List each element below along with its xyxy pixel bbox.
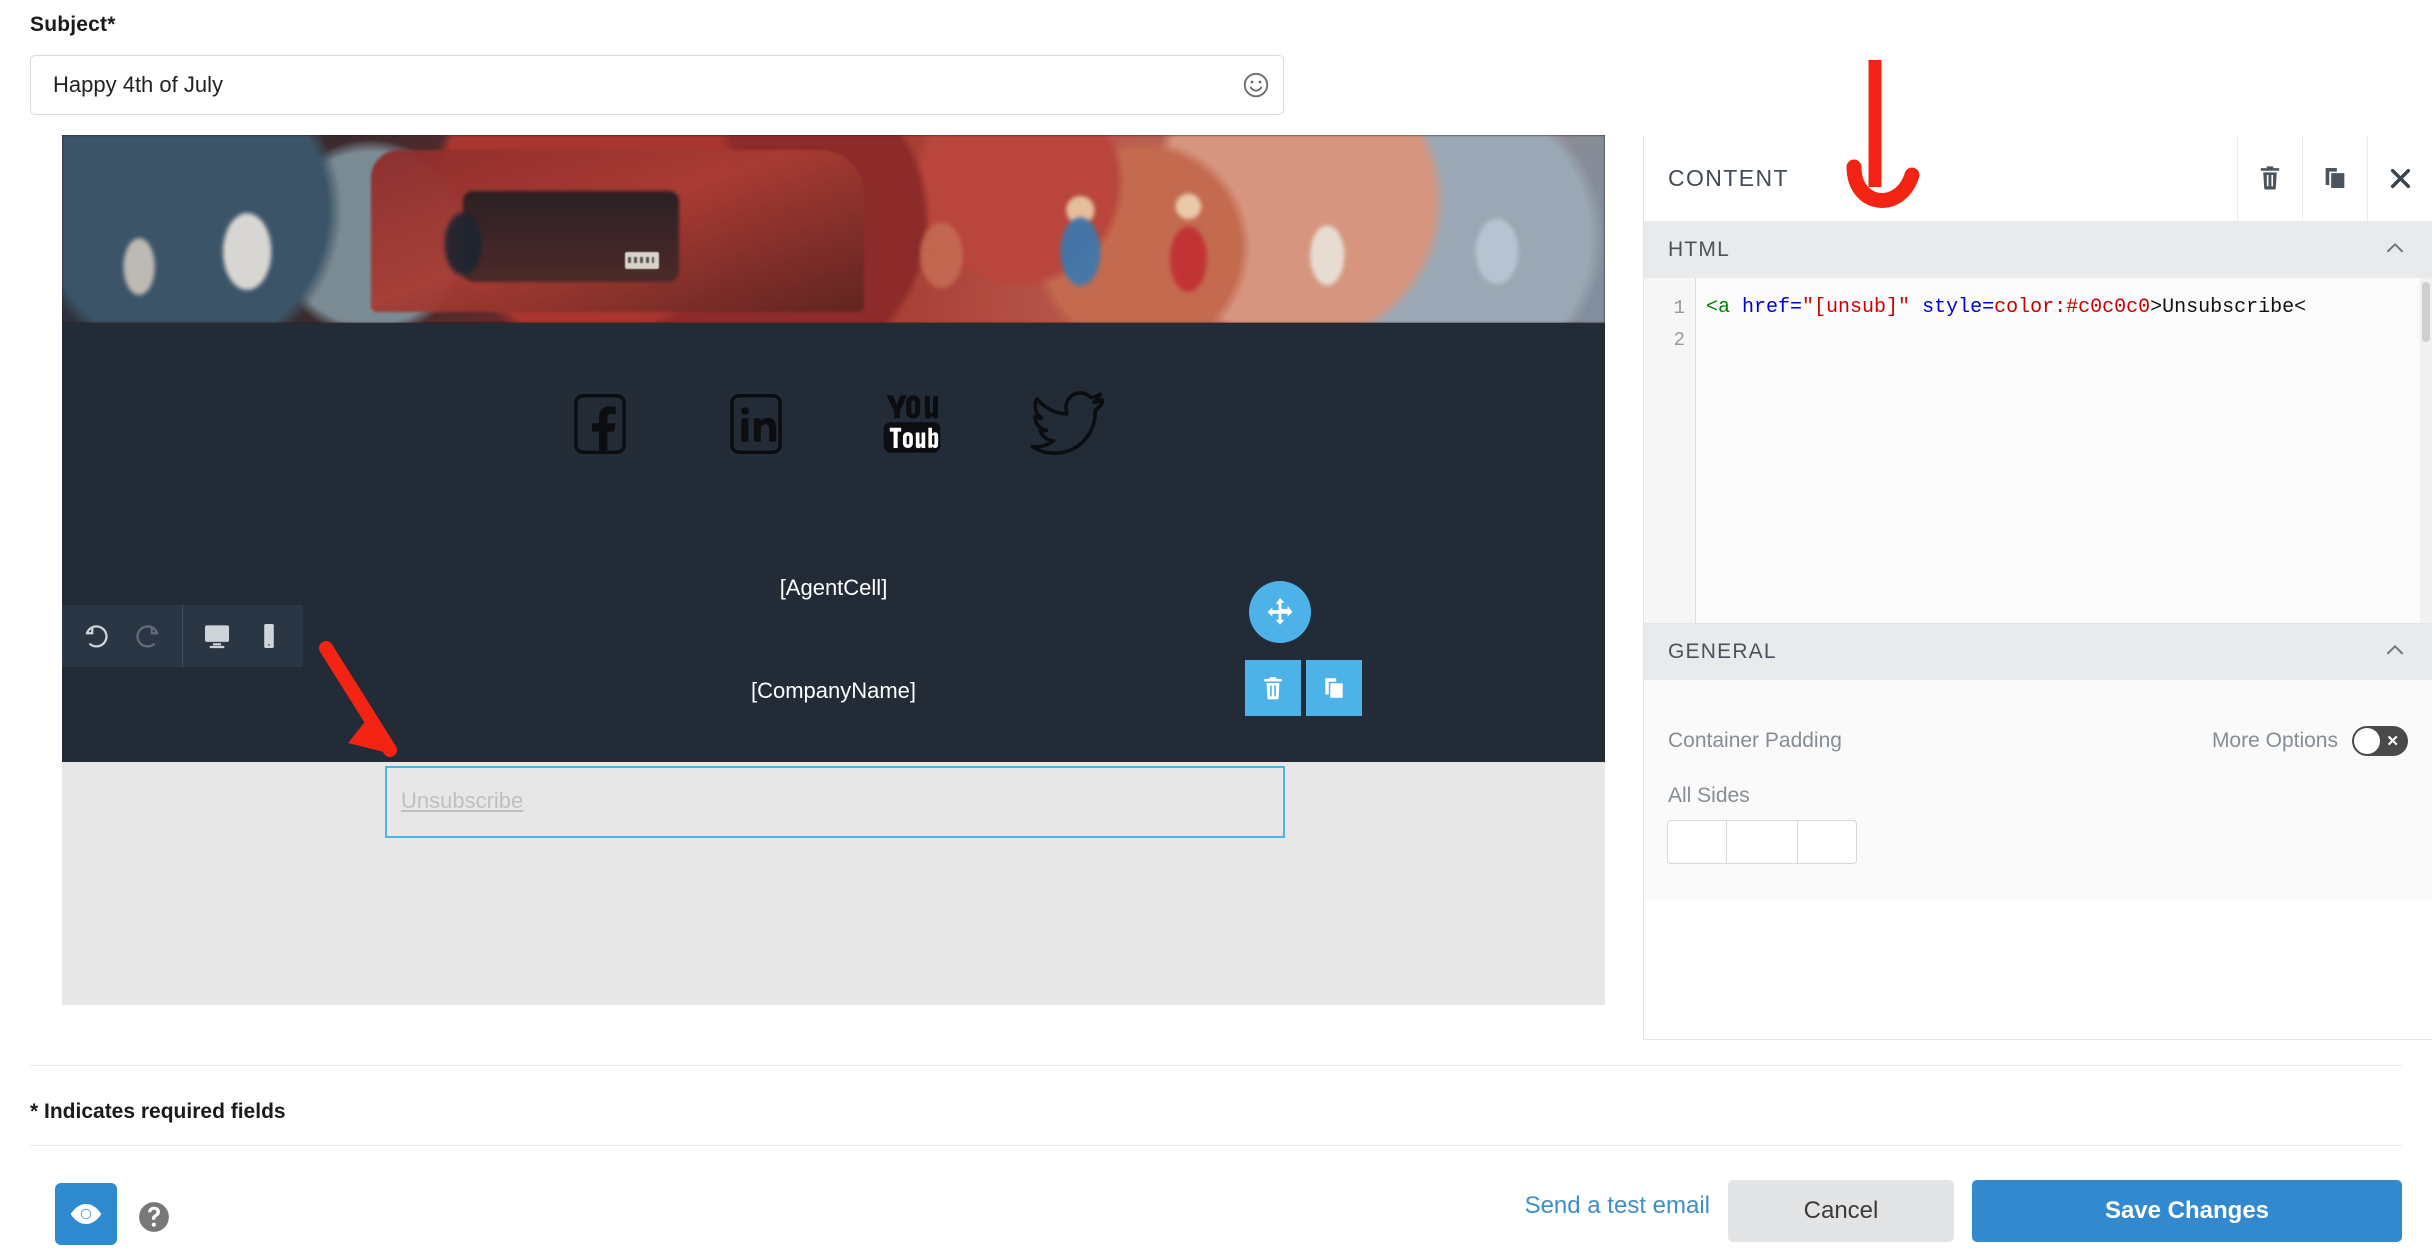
send-test-email-link[interactable]: Send a test email	[1525, 1192, 1710, 1220]
padding-stepper[interactable]	[1668, 820, 1857, 864]
panel-title: CONTENT	[1668, 165, 1789, 192]
code-lines[interactable]: <a href="[unsub]" style=color:#c0c0c0>Un…	[1696, 278, 2432, 623]
code-scrollbar[interactable]	[2420, 278, 2432, 623]
divider-top	[30, 1065, 2402, 1066]
divider-bottom	[30, 1145, 2402, 1146]
code-line-1[interactable]: <a href="[unsub]" style=color:#c0c0c0>Un…	[1696, 292, 2432, 324]
html-section-title: HTML	[1668, 238, 1730, 262]
desktop-view-button[interactable]	[191, 605, 243, 667]
agent-cell-text: [AgentCell]	[62, 575, 1605, 601]
html-code-editor[interactable]: 1 2 <a href="[unsub]" style=color:#c0c0c…	[1644, 278, 2432, 624]
general-section-title: GENERAL	[1668, 640, 1777, 664]
linkedin-icon[interactable]	[717, 385, 795, 463]
required-fields-note: * Indicates required fields	[30, 1100, 286, 1124]
mobile-view-button[interactable]	[243, 605, 295, 667]
code-gutter: 1 2	[1644, 278, 1696, 623]
subject-label: Subject*	[30, 13, 116, 37]
line-number: 2	[1644, 324, 1695, 356]
toggle-knob	[2354, 728, 2380, 754]
subject-field[interactable]	[30, 55, 1284, 115]
save-changes-button[interactable]: Save Changes	[1972, 1180, 2402, 1242]
duplicate-icon[interactable]	[2302, 135, 2367, 222]
chevron-up-icon[interactable]	[2382, 235, 2408, 266]
subject-input[interactable]	[31, 56, 1229, 114]
code-value-style: color:#c0c0c0	[1994, 296, 2150, 319]
code-attr-style: style=	[1910, 296, 1994, 319]
banner-image[interactable]	[62, 135, 1605, 323]
smiley-face-icon[interactable]	[1229, 56, 1283, 114]
more-options-label: More Options	[2212, 729, 2338, 753]
content-settings-panel: CONTENT HT	[1643, 135, 2432, 1040]
social-icon-row	[62, 385, 1605, 463]
code-tag-text: >Unsubscribe<	[2150, 296, 2306, 319]
stepper-increment[interactable]	[1797, 820, 1857, 864]
code-open-tag: <a	[1706, 296, 1742, 319]
twitter-icon[interactable]	[1029, 385, 1107, 463]
device-group	[182, 605, 303, 667]
general-section-header[interactable]: GENERAL	[1644, 624, 2432, 680]
html-section-header[interactable]: HTML	[1644, 222, 2432, 278]
more-options-toggle[interactable]: ✕	[2352, 726, 2408, 756]
company-name-text: [CompanyName]	[62, 678, 1605, 704]
container-padding-row: Container Padding More Options ✕	[1668, 726, 2408, 756]
license-plate-shape	[625, 252, 659, 269]
unsubscribe-block-selected[interactable]: Unsubscribe	[385, 766, 1285, 838]
email-body: [AgentCell] [CompanyName] Unsubscribe	[62, 135, 1605, 762]
more-options-control: More Options ✕	[2212, 726, 2408, 756]
panel-header: CONTENT	[1644, 135, 2432, 222]
question-mark-icon[interactable]	[137, 1200, 171, 1234]
history-group	[62, 605, 182, 667]
toggle-off-x-icon: ✕	[2386, 732, 2399, 750]
editor-toolbar	[62, 605, 303, 667]
undo-button[interactable]	[70, 605, 122, 667]
stepper-decrement[interactable]	[1667, 820, 1727, 864]
redo-button[interactable]	[122, 605, 174, 667]
move-block-handle[interactable]	[1249, 581, 1311, 643]
facebook-icon[interactable]	[561, 385, 639, 463]
line-number: 1	[1644, 292, 1695, 324]
crowd-shapes	[62, 135, 1605, 323]
youtube-icon[interactable]	[873, 385, 951, 463]
code-attr-href: href=	[1742, 296, 1802, 319]
cancel-button[interactable]: Cancel	[1728, 1180, 1954, 1242]
block-tools	[1245, 660, 1362, 716]
general-section-body: Container Padding More Options ✕ All Sid…	[1644, 680, 2432, 900]
stepper-value[interactable]	[1726, 820, 1798, 864]
trash-icon[interactable]	[2237, 135, 2302, 222]
duplicate-block-button[interactable]	[1306, 660, 1362, 716]
code-value-href: "[unsub]"	[1802, 296, 1910, 319]
email-footer: [AgentCell] [CompanyName] Unsubscribe	[62, 323, 1605, 762]
all-sides-label: All Sides	[1668, 784, 1750, 808]
preview-button[interactable]	[55, 1183, 117, 1245]
email-editor-page: Subject*	[0, 0, 2432, 1254]
container-padding-label: Container Padding	[1668, 729, 1842, 753]
close-icon[interactable]	[2367, 135, 2432, 222]
chevron-up-icon[interactable]	[2382, 637, 2408, 668]
email-canvas[interactable]: [AgentCell] [CompanyName] Unsubscribe	[62, 135, 1605, 1005]
delete-block-button[interactable]	[1245, 660, 1301, 716]
panel-actions	[2237, 135, 2432, 222]
unsubscribe-link[interactable]: Unsubscribe	[401, 788, 523, 814]
